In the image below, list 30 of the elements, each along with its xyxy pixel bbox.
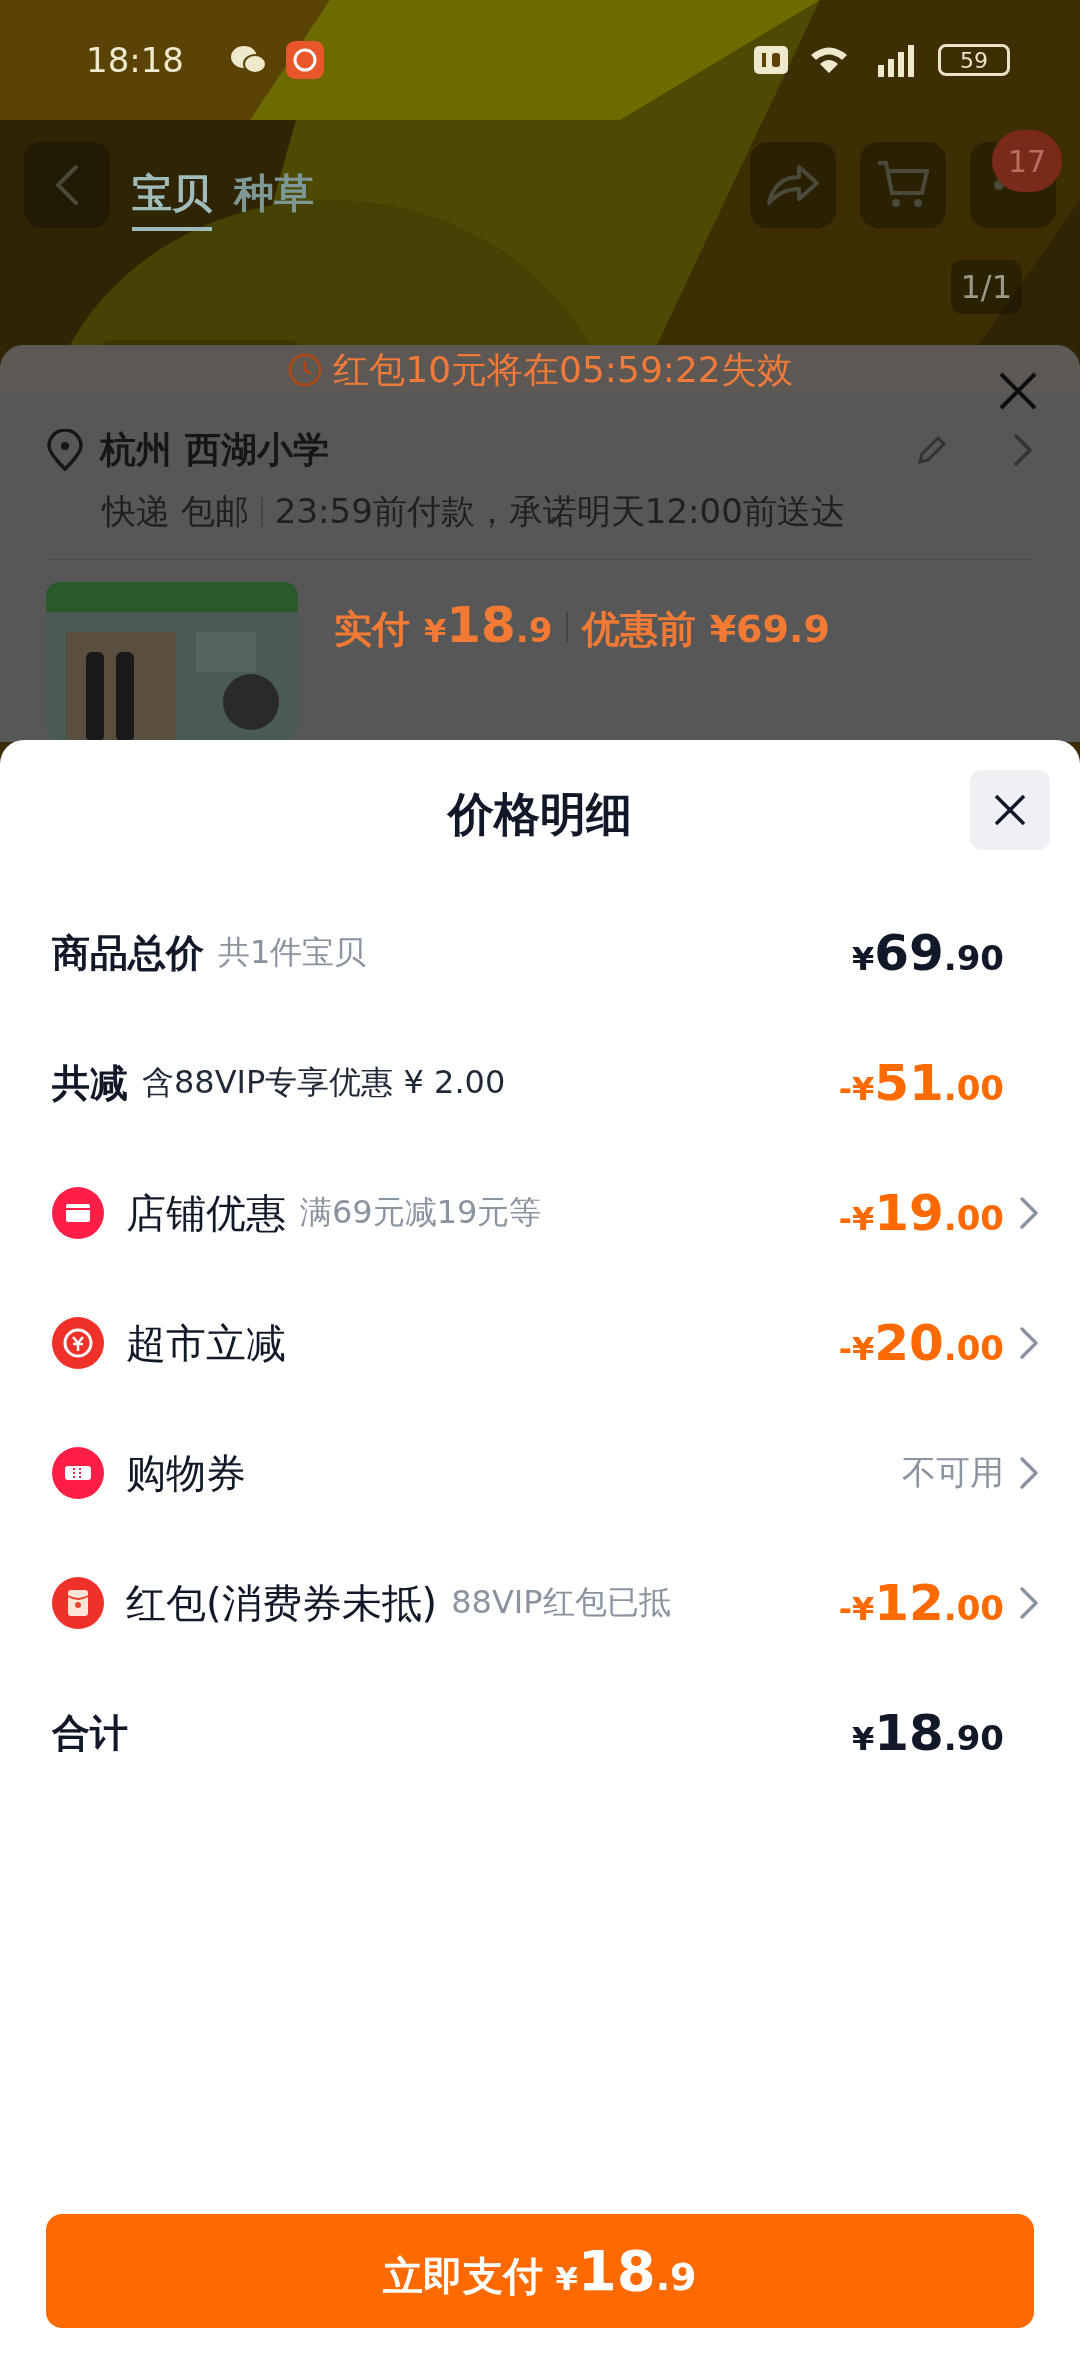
row-amount: ¥69.90 <box>851 924 1004 982</box>
row-label: 超市立减 <box>126 1318 286 1368</box>
sheet-title: 价格明细 <box>448 786 632 843</box>
row-label: 合计 <box>52 1709 128 1757</box>
ticket-icon <box>52 1447 104 1499</box>
chevron-right-icon <box>1018 1195 1040 1231</box>
row-note: 含88VIP专享优惠 ¥ 2.00 <box>142 1062 506 1103</box>
row-amount: -¥12.00 <box>838 1574 1004 1632</box>
yen-icon <box>52 1317 104 1369</box>
row-amount: -¥19.00 <box>838 1184 1004 1242</box>
close-button[interactable] <box>970 770 1050 850</box>
row-status: 不可用 <box>902 1451 1004 1494</box>
row-note: 满69元减19元等 <box>300 1192 542 1233</box>
chevron-right-icon <box>1018 1325 1040 1361</box>
row-label: 红包(消费券未抵) <box>126 1578 438 1628</box>
pay-button[interactable]: 立即支付 ¥18.9 <box>46 2214 1034 2328</box>
row-note: 88VIP红包已抵 <box>451 1582 671 1623</box>
row-label: 店铺优惠 <box>126 1188 286 1238</box>
row-label: 购物券 <box>126 1448 246 1498</box>
row-label: 共减 <box>52 1059 128 1107</box>
shop-icon <box>52 1187 104 1239</box>
chevron-right-icon <box>1018 1585 1040 1621</box>
row-note: 共1件宝贝 <box>218 932 367 973</box>
row-label: 商品总价 <box>52 929 204 977</box>
close-icon <box>992 792 1028 828</box>
row-amount: -¥51.00 <box>838 1054 1004 1112</box>
row-amount: ¥18.90 <box>851 1704 1004 1762</box>
row-amount: -¥20.00 <box>838 1314 1004 1372</box>
chevron-right-icon <box>1018 1455 1040 1491</box>
envelope-icon <box>52 1577 104 1629</box>
